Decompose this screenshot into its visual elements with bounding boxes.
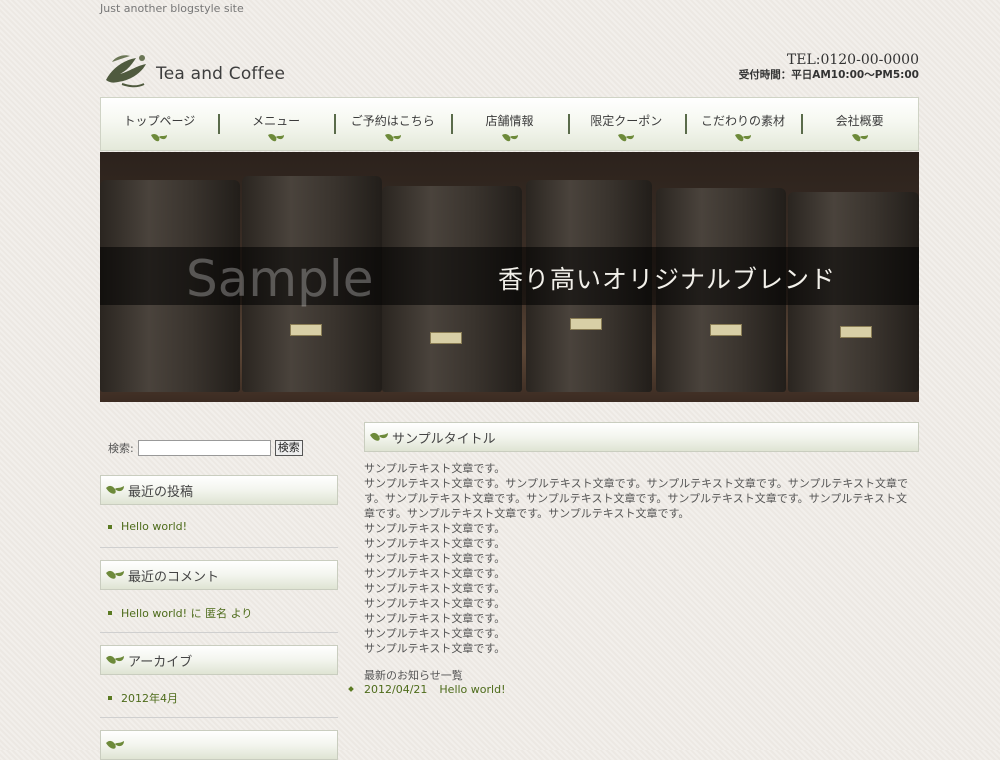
bag-label: [430, 332, 462, 344]
bullet-icon: [108, 611, 112, 615]
widget-title-text: 最近の投稿: [128, 484, 194, 500]
nav-item-menu[interactable]: メニュー: [217, 98, 335, 150]
bag-label: [840, 326, 872, 338]
leaf-icon: [618, 133, 635, 142]
nav-item-label: メニュー: [252, 114, 301, 128]
search-input[interactable]: [137, 440, 271, 456]
body-line: サンプルテキスト文章です。: [364, 597, 506, 610]
main-content: サンプルタイトル サンプルテキスト文章です。 サンプルテキスト文章です。サンプル…: [348, 422, 919, 696]
search-button[interactable]: 検索: [274, 440, 303, 456]
hero-watermark: Sample: [186, 250, 374, 308]
nav-item-store-info[interactable]: 店舗情報: [451, 98, 568, 150]
site-tagline: Just another blogstyle site: [100, 2, 244, 15]
nav-item-ingredients[interactable]: こだわりの素材: [684, 98, 802, 150]
list-item[interactable]: 2012年4月: [100, 675, 338, 706]
nav-item-coupon[interactable]: 限定クーポン: [567, 98, 685, 150]
news-item[interactable]: 2012/04/21 Hello world!: [348, 683, 919, 696]
body-line: サンプルテキスト文章です。サンプルテキスト文章です。サンプルテキスト文章です。サ…: [364, 477, 909, 490]
leaf-icon: [384, 133, 401, 142]
widget-title-text: 最近のコメント: [128, 569, 220, 585]
widget-title-recent-posts: 最近の投稿: [100, 475, 338, 505]
nav-item-label: トップページ: [123, 114, 196, 128]
leaf-icon: [106, 570, 124, 579]
search-form: 検索: 検索: [100, 433, 338, 463]
nav-item-label: こだわりの素材: [700, 114, 785, 128]
widget-title-archives: アーカイブ: [100, 645, 338, 675]
list-item[interactable]: Hello world! に 匿名 より: [100, 590, 338, 621]
list-item[interactable]: Hello world!: [100, 505, 338, 533]
nav-item-label: 限定クーポン: [590, 114, 663, 128]
nav-item-label: ご予約はこちら: [350, 114, 435, 128]
leaf-icon: [501, 133, 518, 142]
body-line: サンプルテキスト文章です。: [364, 627, 506, 640]
body-line: サンプルテキスト文章です。: [364, 537, 506, 550]
contact-info: TEL:0120-00-0000 受付時間：平日AM10:00〜PM5:00: [739, 52, 919, 82]
nav-item-top[interactable]: トップページ: [101, 98, 218, 150]
leaf-icon: [268, 133, 285, 142]
post-title-bar: サンプルタイトル: [364, 422, 919, 452]
body-line: 章です。サンプルテキスト文章です。サンプルテキスト文章です。: [364, 507, 690, 520]
body-line: サンプルテキスト文章です。: [364, 462, 506, 475]
leaf-icon: [106, 740, 124, 749]
bullet-icon: [108, 524, 112, 529]
widget-title-recent-comments: 最近のコメント: [100, 560, 338, 590]
tea-leaf-logo-icon: [106, 55, 146, 88]
leaf-icon: [370, 432, 388, 441]
search-label: 検索:: [108, 442, 134, 455]
leaf-icon: [106, 485, 124, 494]
widget-title-partial: [100, 730, 338, 760]
bullet-icon: [108, 696, 112, 700]
body-line: す。サンプルテキスト文章です。サンプルテキスト文章です。サンプルテキスト文章です…: [364, 492, 907, 505]
nav-item-label: 会社概要: [835, 114, 884, 128]
page-wrapper: Just another blogstyle site Tea and Coff…: [100, 0, 919, 760]
nav-item-company[interactable]: 会社概要: [801, 98, 918, 150]
sidebar: 検索: 検索 最近の投稿 Hello world! 最近のコメント Hello …: [100, 433, 338, 760]
recent-comment-link[interactable]: Hello world! に 匿名 より: [121, 605, 252, 621]
recent-comments-list: Hello world! に 匿名 より: [100, 590, 338, 633]
body-line: サンプルテキスト文章です。: [364, 642, 506, 655]
nav-item-label: 店舗情報: [485, 114, 534, 128]
leaf-icon: [734, 133, 751, 142]
recent-posts-list: Hello world!: [100, 505, 338, 548]
diamond-bullet-icon: [348, 686, 354, 692]
nav-item-reservation[interactable]: ご予約はこちら: [334, 98, 451, 150]
bag-label: [290, 324, 322, 336]
leaf-icon: [151, 133, 168, 142]
widget-title-text: アーカイブ: [128, 654, 193, 670]
archive-link[interactable]: 2012年4月: [121, 690, 178, 706]
business-hours: 受付時間：平日AM10:00〜PM5:00: [738, 69, 919, 81]
body-line: サンプルテキスト文章です。: [364, 522, 506, 535]
body-line: サンプルテキスト文章です。: [364, 567, 506, 580]
phone-number: TEL:0120-00-0000: [786, 52, 919, 68]
body-line: サンプルテキスト文章です。: [364, 552, 506, 565]
recent-post-link[interactable]: Hello world!: [121, 520, 187, 533]
news-heading: 最新のお知らせ一覧: [364, 669, 463, 682]
logo-text: Tea and Coffee: [156, 64, 286, 84]
body-line: サンプルテキスト文章です。: [364, 582, 506, 595]
bag-label: [570, 318, 602, 330]
leaf-icon: [106, 655, 124, 664]
body-line: サンプルテキスト文章です。: [364, 612, 506, 625]
main-navigation: トップページ メニュー ご予約はこちら 店舗情報 限定クーポン こだわりの素材 …: [100, 97, 919, 151]
archives-list: 2012年4月: [100, 675, 338, 718]
site-logo[interactable]: Tea and Coffee: [102, 50, 285, 92]
bag-label: [710, 324, 742, 336]
post-body: サンプルテキスト文章です。 サンプルテキスト文章です。サンプルテキスト文章です。…: [364, 461, 919, 656]
leaf-icon: [851, 133, 868, 142]
news-date: 2012/04/21: [364, 683, 428, 696]
news-title-link[interactable]: Hello world!: [439, 683, 505, 696]
hero-caption: 香り高いオリジナルブレンド: [498, 265, 837, 294]
post-title: サンプルタイトル: [392, 431, 496, 447]
hero-banner: Sample 香り高いオリジナルブレンド: [100, 152, 919, 402]
